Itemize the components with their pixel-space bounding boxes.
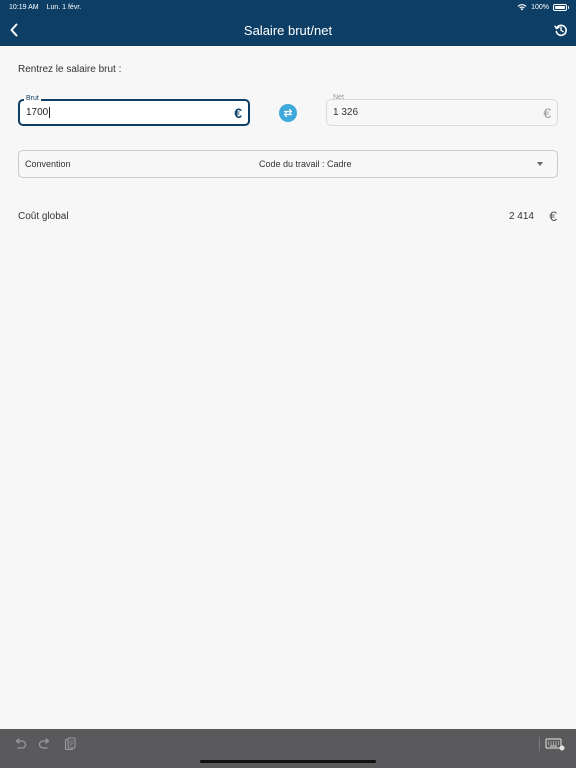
convention-value: Code du travail : Cadre	[259, 159, 352, 169]
status-date: Lun. 1 févr.	[46, 3, 82, 11]
swap-button[interactable]	[279, 104, 297, 122]
undo-button[interactable]	[12, 736, 28, 752]
brut-euro-icon: €	[234, 104, 242, 121]
status-bar: 10:19 AM Lun. 1 févr. 100%	[0, 0, 576, 14]
back-button[interactable]	[6, 20, 22, 40]
home-indicator	[200, 760, 376, 763]
brut-input[interactable]: Brut 1700 €	[18, 95, 250, 126]
status-time: 10:19 AM	[9, 3, 39, 11]
redo-icon	[38, 738, 50, 749]
chevron-down-icon	[537, 162, 543, 166]
cost-value: 2 414	[508, 211, 534, 222]
net-label: Net	[331, 94, 346, 101]
net-output: Net 1 326 €	[326, 94, 558, 126]
keyboard-button[interactable]	[544, 736, 566, 752]
cost-label: Coût global	[18, 211, 69, 222]
paste-button[interactable]	[62, 736, 78, 752]
chevron-left-icon	[10, 23, 18, 37]
undo-icon	[15, 738, 27, 749]
brut-value-wrap: 1700	[26, 106, 234, 119]
cost-euro-icon: €	[549, 208, 557, 224]
salary-prompt: Rentrez le salaire brut :	[18, 64, 122, 75]
text-caret	[49, 106, 51, 118]
convention-label: Convention	[25, 159, 71, 169]
convention-select[interactable]: Convention Code du travail : Cadre	[18, 150, 558, 178]
toolbar-divider	[539, 737, 540, 751]
battery-icon	[553, 3, 569, 11]
clipboard-icon	[64, 737, 76, 751]
swap-arrows-icon	[283, 108, 293, 118]
status-right: 100%	[517, 3, 569, 11]
redo-button[interactable]	[37, 736, 53, 752]
battery-percent: 100%	[531, 3, 549, 11]
status-left: 10:19 AM Lun. 1 févr.	[9, 4, 81, 11]
net-euro-icon: €	[543, 104, 551, 121]
history-icon	[554, 24, 567, 37]
nav-bar: Salaire brut/net	[0, 14, 576, 46]
history-button[interactable]	[552, 20, 570, 40]
brut-label: Brut	[24, 95, 41, 102]
net-value: 1 326	[333, 107, 359, 118]
page-title: Salaire brut/net	[243, 22, 333, 38]
keyboard-icon	[545, 738, 565, 750]
wifi-icon	[517, 4, 527, 11]
brut-value: 1700	[26, 107, 49, 119]
